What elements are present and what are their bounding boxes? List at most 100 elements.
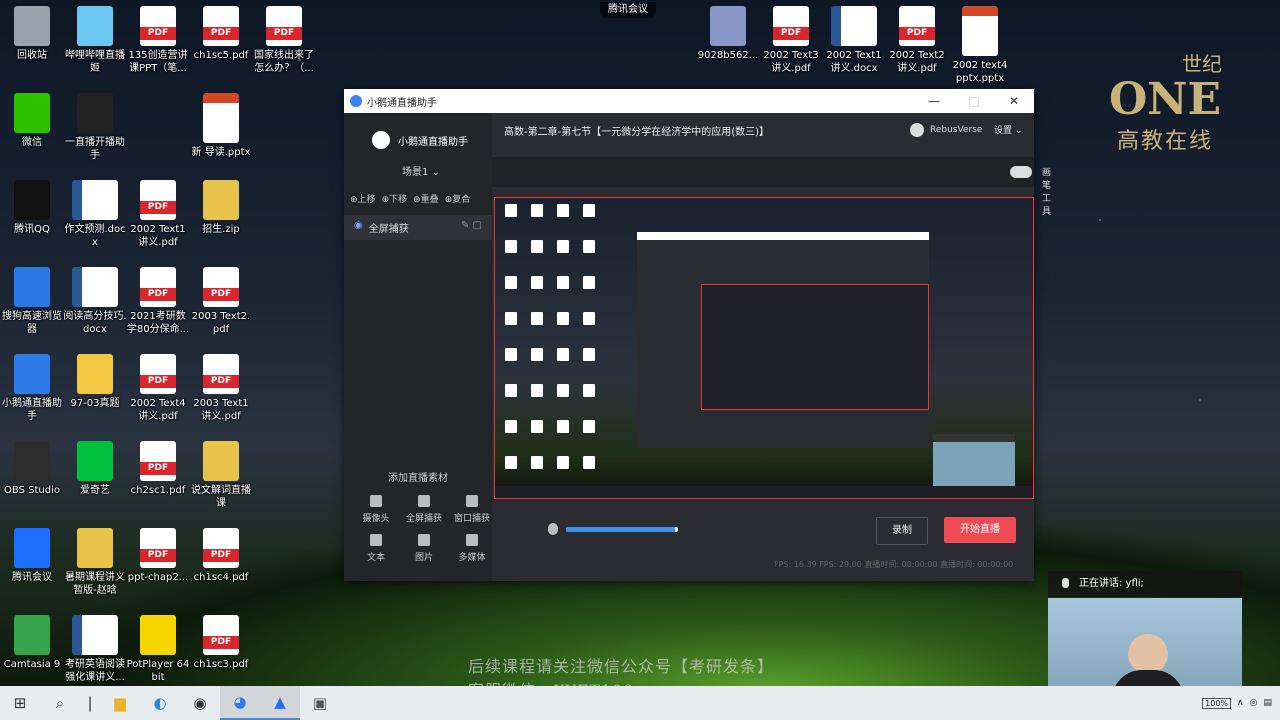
desktop-icon[interactable]: 9028b562...: [696, 6, 760, 62]
desktop-icon[interactable]: PotPlayer 64 bit: [126, 615, 190, 684]
desktop-icon[interactable]: ch1sc3.pdf: [189, 615, 253, 671]
desktop-icon-label: Camtasia 9: [3, 659, 61, 670]
desktop-icon[interactable]: OBS Studio: [0, 441, 64, 497]
battery-indicator[interactable]: 100%: [1202, 697, 1232, 709]
live-controls: 录制 开始直播: [492, 511, 1034, 551]
media-source-label: 多媒体: [458, 553, 486, 563]
desktop-icon[interactable]: 小鹅通直播助手: [0, 354, 64, 423]
desktop-icon[interactable]: 一直播开播助手: [63, 93, 127, 162]
desktop-icon[interactable]: 腾讯QQ: [0, 180, 64, 236]
desktop-icon[interactable]: 国家线出来了怎么办？（...: [252, 6, 316, 75]
window-titlebar[interactable]: 小鹅通直播助手 — □ ✕: [344, 89, 1034, 113]
move-up-button[interactable]: ⊕上移: [350, 192, 376, 205]
live-preview[interactable]: [494, 197, 1034, 499]
task-view-button[interactable]: |: [80, 686, 100, 720]
avatar: [910, 123, 924, 137]
pdf-icon: [203, 528, 239, 568]
pdf-icon: [140, 180, 176, 220]
taskbar-app[interactable]: ▣: [300, 686, 340, 720]
pdf-icon: [203, 615, 239, 655]
desktop-icon[interactable]: 说文解词直播课: [189, 441, 253, 510]
source-item[interactable]: ◉ 全屏捕获 ✎ ▢: [344, 215, 492, 240]
edit-icon[interactable]: ✎ ▢: [461, 220, 482, 235]
desktop-icon-label: PotPlayer 64 bit: [126, 659, 190, 683]
mic-volume-slider[interactable]: [566, 527, 678, 532]
fullscreen-source-button[interactable]: 全屏捕获: [400, 495, 448, 524]
desktop-icon[interactable]: Camtasia 9: [0, 615, 64, 671]
desktop-icon[interactable]: 作文预测.docx: [63, 180, 127, 249]
start-live-button[interactable]: 开始直播: [944, 517, 1016, 543]
desktop-icon[interactable]: 爱奇艺: [63, 441, 127, 497]
desktop-icon[interactable]: 腾讯会议: [0, 528, 64, 584]
desktop-icon[interactable]: 135创造营讲课PPT（笔...: [126, 6, 190, 75]
composite-button[interactable]: ⊕复合: [445, 192, 471, 205]
taskbar-tencent-meeting[interactable]: ▲: [260, 686, 300, 720]
desktop-icon[interactable]: 2002 Text4讲义.pdf: [126, 354, 190, 423]
pen-tool-toggle[interactable]: [1010, 166, 1032, 178]
close-button[interactable]: ✕: [994, 94, 1034, 108]
desktop-icon[interactable]: 2002 Text1讲义.docx: [822, 6, 886, 75]
user-profile[interactable]: RebusVerse: [910, 123, 982, 137]
microphone-icon: [1062, 578, 1069, 588]
app-icon: [14, 6, 50, 46]
desktop-icon-label: ppt-chap2...: [127, 572, 189, 583]
desktop-icon[interactable]: 阅读高分技巧.docx: [63, 267, 127, 336]
overlap-button[interactable]: ⊕重叠: [413, 192, 439, 205]
move-down-button[interactable]: ⊕下移: [382, 192, 408, 205]
zip-icon: [203, 441, 239, 481]
text-source-label: 文本: [366, 553, 385, 563]
media-source-button[interactable]: 多媒体: [448, 534, 496, 563]
desktop-icon[interactable]: ppt-chap2...: [126, 528, 190, 584]
desktop-icon-label: 腾讯会议: [12, 572, 52, 583]
image-source-button[interactable]: 图片: [400, 534, 448, 563]
desktop-icon-label: 2002 Text3讲义.pdf: [763, 50, 819, 74]
desktop-icon[interactable]: 暑期课程讲义暂版-赵晗: [63, 528, 127, 597]
preview-desktop-icon: [531, 420, 543, 433]
scene-selector[interactable]: 场景1 ⌄: [402, 163, 492, 178]
minimize-button[interactable]: —: [914, 94, 954, 108]
meeting-indicator[interactable]: 腾讯会议: [600, 2, 656, 18]
desktop-icon[interactable]: ch1sc5.pdf: [189, 6, 253, 62]
taskbar-obs[interactable]: ◉: [180, 686, 220, 720]
desktop-icon[interactable]: 97-03真题: [63, 354, 127, 410]
desktop-icon[interactable]: 2002 Text3讲义.pdf: [759, 6, 823, 75]
taskbar-explorer[interactable]: ▆: [100, 686, 140, 720]
desktop-icon[interactable]: 2003 Text1讲义.pdf: [189, 354, 253, 423]
chevron-up-icon[interactable]: ∧: [1237, 698, 1244, 708]
desktop-icon[interactable]: 2002 text4 pptx.pptx: [948, 6, 1012, 85]
desktop-icon[interactable]: 2021考研数学80分保命...: [126, 267, 190, 336]
desktop-icon[interactable]: ch1sc4.pdf: [189, 528, 253, 584]
camera-source-button[interactable]: 摄像头: [352, 495, 400, 524]
desktop-icon[interactable]: 哔哩哔哩直播姬: [63, 6, 127, 75]
desktop-icon[interactable]: 2002 Text1讲义.pdf: [126, 180, 190, 249]
move-down-label: 下移: [389, 195, 408, 205]
desktop-icon[interactable]: 新 导读.pptx: [189, 93, 253, 159]
desktop-icon-label: 小鹅通直播助手: [2, 398, 62, 422]
network-icon[interactable]: ◎: [1250, 698, 1258, 708]
desktop-icon-label: 爱奇艺: [80, 485, 110, 496]
taskbar-edge[interactable]: ◐: [140, 686, 180, 720]
desktop-icon[interactable]: 微信: [0, 93, 64, 149]
zip-icon: [203, 180, 239, 220]
settings-menu[interactable]: 设置 ⌄: [994, 123, 1022, 136]
desktop-icon-label: ch1sc4.pdf: [193, 572, 249, 583]
divider-icon: |: [87, 694, 93, 712]
preview-desktop-icon: [557, 312, 569, 325]
search-button[interactable]: ⌕: [40, 686, 80, 720]
desktop-icon[interactable]: 招生.zip: [189, 180, 253, 236]
desktop-icon[interactable]: 考研英语阅读强化课讲义...: [63, 615, 127, 684]
desktop-icon[interactable]: 2003 Text2.pdf: [189, 267, 253, 336]
microphone-icon[interactable]: [548, 523, 558, 535]
start-button[interactable]: ⊞: [0, 686, 40, 720]
desktop-icon[interactable]: 回收站: [0, 6, 64, 62]
desktop-icon[interactable]: 2002 Text2讲义.pdf: [885, 6, 949, 75]
record-button[interactable]: 录制: [876, 517, 928, 545]
window-source-button[interactable]: 窗口捕获: [448, 495, 496, 524]
visibility-icon[interactable]: ◉: [354, 220, 363, 235]
maximize-button[interactable]: □: [954, 94, 994, 108]
text-source-button[interactable]: 文本: [352, 534, 400, 563]
desktop-icon[interactable]: 搜狗高速浏览器: [0, 267, 64, 336]
taskbar-xiaoe[interactable]: ◕: [220, 686, 260, 720]
notification-icon[interactable]: ▤: [1263, 698, 1272, 708]
desktop-icon[interactable]: ch2sc1.pdf: [126, 441, 190, 497]
